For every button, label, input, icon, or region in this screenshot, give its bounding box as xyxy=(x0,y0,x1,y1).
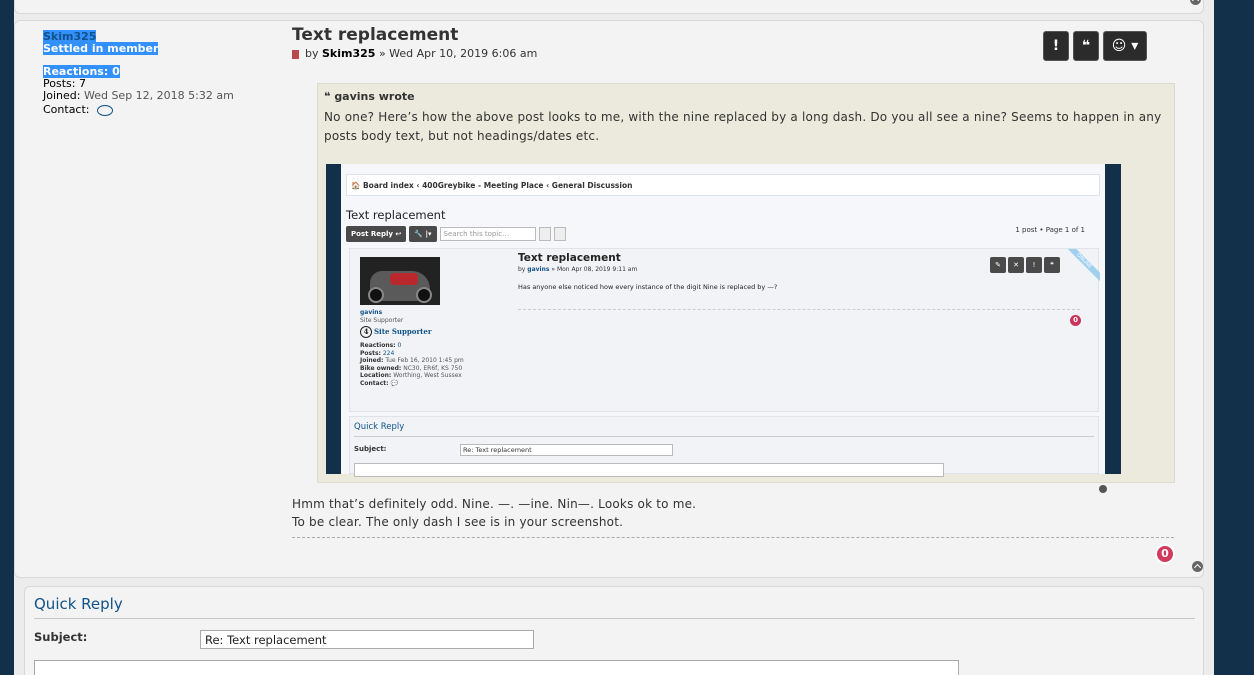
by-label: by xyxy=(305,47,319,60)
joined-value: Wed Sep 12, 2018 5:32 am xyxy=(83,89,234,102)
ss-date: » Mon Apr 08, 2019 9:11 am xyxy=(551,266,638,273)
ss-message-area xyxy=(354,463,944,477)
ss-report-icon: ! xyxy=(1026,257,1042,273)
ss-location-value: Worthing, West Sussex xyxy=(393,372,462,379)
post-doc-icon[interactable] xyxy=(292,49,299,59)
ss-quote-icon: ❝ xyxy=(1044,257,1060,273)
ss-quick-reply-divider xyxy=(354,436,1094,437)
post-profile: Skim325 Settled in member Reactions: 0 P… xyxy=(43,30,273,116)
screenshot-breadcrumb: 🏠 Board index ‹ 400Greybike - Meeting Pl… xyxy=(346,174,1100,196)
online-ribbon: ONLINE xyxy=(1060,249,1100,289)
previous-post xyxy=(14,0,1204,14)
ss-posts-value: 224 xyxy=(382,349,395,357)
screenshot-content: 🏠 Board index ‹ 400Greybike - Meeting Pl… xyxy=(341,164,1107,493)
quote-cite-text[interactable]: gavins wrote xyxy=(334,90,414,103)
ss-joined-label: Joined: xyxy=(360,357,384,364)
ss-posts-label: Posts: xyxy=(360,349,381,357)
quote-cite: ❝ gavins wrote xyxy=(324,90,415,103)
ss-chat-icon: 💬 xyxy=(390,379,398,387)
quote-icon: ❝ xyxy=(1081,38,1091,54)
exclamation-icon: ! xyxy=(1052,38,1060,54)
screenshot-reaction-badge: 0 xyxy=(1070,315,1081,326)
ss-bike-label: Bike owned: xyxy=(360,364,402,372)
ss-delete-icon: ✕ xyxy=(1008,257,1024,273)
badge-text: Site Supporter xyxy=(374,327,432,337)
ss-by: by xyxy=(518,266,526,273)
screenshot-username: gavins xyxy=(360,309,383,316)
screenshot-topic-title: Text replacement xyxy=(346,208,446,222)
screenshot-search-icon xyxy=(538,227,551,241)
quote-mark-icon: ❝ xyxy=(324,90,331,103)
quick-reply-panel: Quick Reply Subject: xyxy=(24,586,1204,675)
quote-text: No one? Here’s how the above post looks … xyxy=(324,110,1162,143)
reaction-count-badge[interactable]: 0 xyxy=(1155,544,1175,564)
screenshot-post-author-line: by gavins » Mon Apr 08, 2019 9:11 am xyxy=(518,266,637,273)
online-label: ONLINE xyxy=(1060,249,1100,285)
motorbike-rear-wheel xyxy=(368,287,384,303)
report-button[interactable]: ! xyxy=(1043,31,1069,61)
subject-label: Subject: xyxy=(34,630,88,644)
screenshot-avatar xyxy=(360,257,440,305)
post-content-line-1: Hmm that’s definitely odd. Nine. —. —ine… xyxy=(292,497,697,511)
badge-number: 4 xyxy=(360,326,372,338)
react-button[interactable]: ☺ ▾ xyxy=(1103,31,1147,61)
back-to-top-icon[interactable] xyxy=(1190,0,1201,5)
screenshot-profile: gavins Site Supporter 4 Site Supporter Re… xyxy=(360,309,510,387)
screenshot-search-input: Search this topic… xyxy=(439,227,536,241)
separator: » xyxy=(378,47,386,60)
ss-joined-value: Tue Feb 16, 2010 1:45 pm xyxy=(385,357,464,364)
ss-contact-label: Contact: xyxy=(360,379,389,387)
screenshot-post-actions: ✎ ✕ ! ❝ xyxy=(990,257,1060,273)
motorbike-fairing xyxy=(390,273,418,285)
ss-subject-label: Subject: xyxy=(354,445,387,453)
screenshot-tools-button: 🔧 |▾ xyxy=(409,226,437,242)
ss-reactions-label: Reactions: xyxy=(360,342,396,349)
post-divider xyxy=(292,537,1174,538)
screenshot-gear-icon xyxy=(553,227,566,241)
ss-subject-input: Re: Text replacement xyxy=(460,444,673,456)
quote-button[interactable]: ❝ xyxy=(1073,31,1099,61)
screenshot-up-icon xyxy=(1099,485,1107,493)
screenshot-button-bar: Post Reply ↩ 🔧 |▾ Search this topic… xyxy=(346,226,566,242)
reactions-value[interactable]: 0 xyxy=(112,65,120,78)
post-date: Wed Apr 10, 2019 6:06 am xyxy=(389,47,538,60)
screenshot-user-rank: Site Supporter xyxy=(360,316,404,324)
motorbike-front-wheel xyxy=(416,287,432,303)
smiley-dropdown-icon: ☺ ▾ xyxy=(1111,38,1139,54)
embedded-screenshot[interactable]: 🏠 Board index ‹ 400Greybike - Meeting Pl… xyxy=(326,164,1121,493)
post: Skim325 Settled in member Reactions: 0 P… xyxy=(14,20,1204,578)
joined-label: Joined: xyxy=(43,89,81,102)
ss-reactions-value: 0 xyxy=(397,342,402,349)
screenshot-post-body: Has anyone else noticed how every instan… xyxy=(518,283,778,291)
back-to-top-icon[interactable] xyxy=(1192,561,1203,572)
quote-block: ❝ gavins wrote No one? Here’s how the ab… xyxy=(317,83,1175,493)
post-content: Hmm that’s definitely odd. Nine. —. —ine… xyxy=(292,495,696,531)
message-textarea[interactable] xyxy=(34,660,959,675)
quick-reply-title: Quick Reply xyxy=(34,595,123,613)
ss-author: gavins xyxy=(527,266,550,273)
screenshot-quick-reply: Quick Reply Subject: Re: Text replacemen… xyxy=(349,416,1099,477)
user-rank: Settled in member xyxy=(43,42,159,55)
post-actions: ! ❝ ☺ ▾ xyxy=(1043,31,1147,61)
quick-reply-divider xyxy=(34,618,1195,619)
post-content-line-2: To be clear. The only dash I see is in y… xyxy=(292,515,624,529)
screenshot-divider xyxy=(518,309,1080,310)
screenshot-rank-badge: 4 Site Supporter xyxy=(360,326,510,338)
contact-label: Contact: xyxy=(43,103,90,116)
ss-location-label: Location: xyxy=(360,372,392,379)
post-author[interactable]: Skim325 xyxy=(322,47,375,60)
ss-edit-icon: ✎ xyxy=(990,257,1006,273)
ss-bike-value: NC30, ER6f, KS 750 xyxy=(403,364,463,372)
screenshot-post: gavins Site Supporter 4 Site Supporter Re… xyxy=(349,248,1107,493)
screenshot-post-reply-button: Post Reply ↩ xyxy=(346,226,407,242)
ss-quick-reply-title: Quick Reply xyxy=(354,422,405,432)
screenshot-pager: 1 post • Page 1 of 1 xyxy=(1015,226,1085,234)
contact-chat-icon[interactable] xyxy=(97,104,114,116)
subject-input[interactable] xyxy=(200,630,534,649)
screenshot-post-title: Text replacement xyxy=(518,252,621,264)
